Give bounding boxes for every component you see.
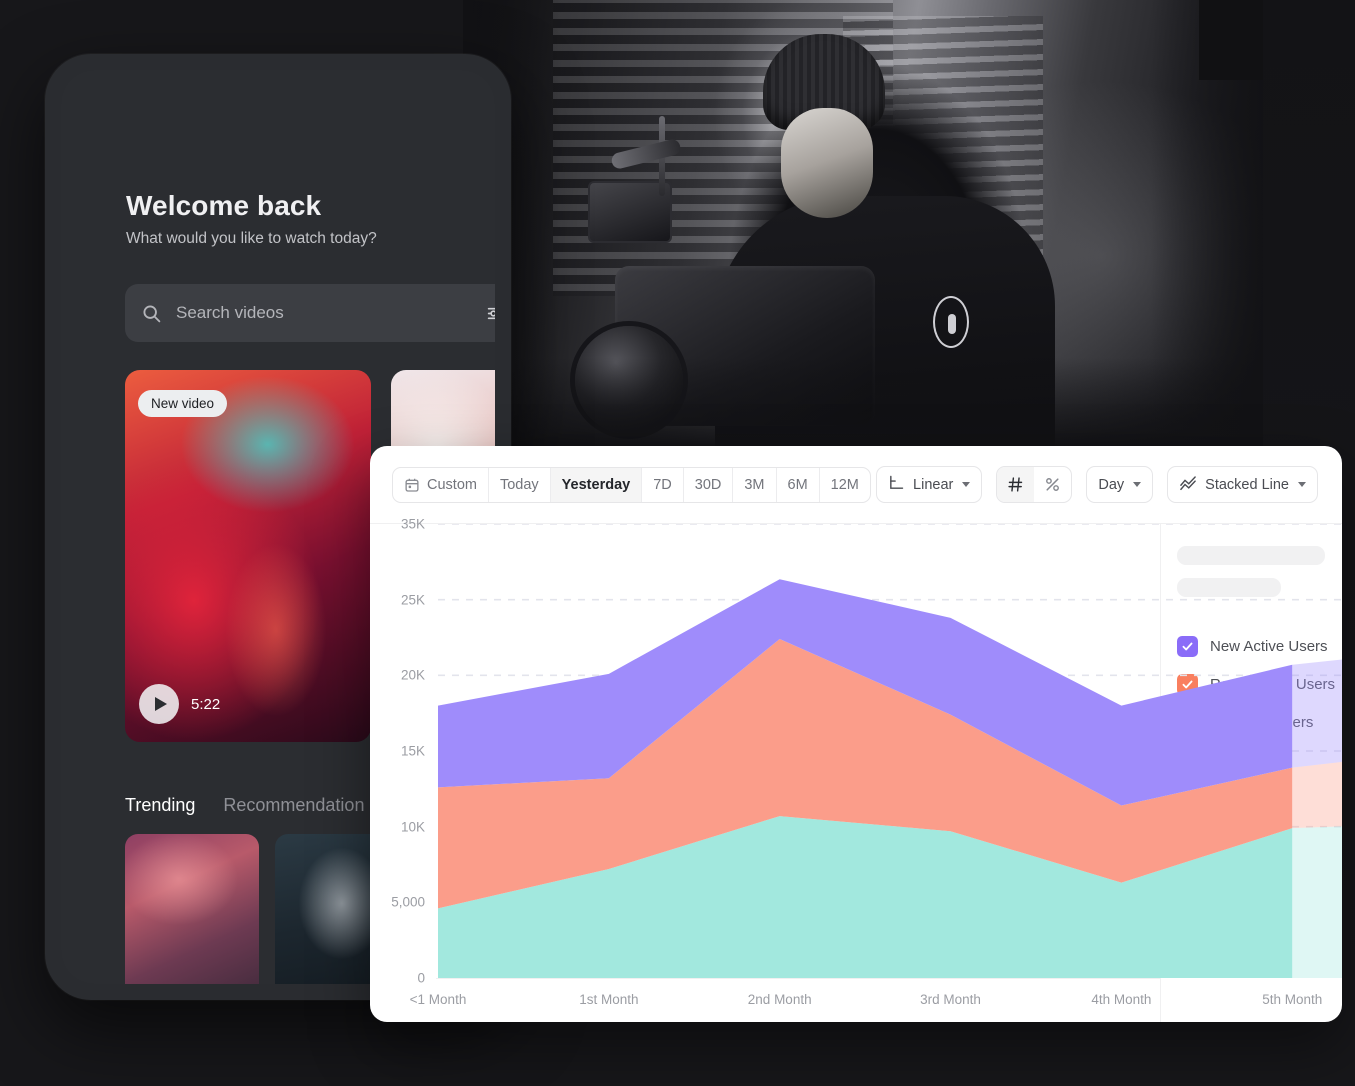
range-custom-label: Custom (427, 476, 477, 493)
tab-trending[interactable]: Trending (125, 795, 195, 816)
search-icon (141, 303, 162, 324)
x-axis-tick-label: 3rd Month (920, 992, 981, 1007)
percent-icon[interactable] (1034, 467, 1071, 502)
page-title: Welcome back (126, 190, 322, 221)
screenshot-root: Welcome back What would you like to watc… (0, 0, 1355, 1086)
granularity-dropdown[interactable]: Day (1086, 466, 1154, 503)
chevron-down-icon (1133, 482, 1142, 487)
x-axis-tick-label: 2nd Month (747, 992, 812, 1007)
value-mode-toggle (996, 466, 1073, 503)
new-video-badge: New video (138, 390, 228, 417)
toolbar-right-controls: Linear Day Stacked Line (876, 466, 1318, 503)
x-axis-tick-label: 4th Month (1091, 992, 1152, 1007)
analytics-body: 0 5,000 10K 15K 20K 25K 35K <1 Month 1st Month 2… (370, 517, 1342, 1022)
hero-photo (463, 0, 1263, 448)
video-card-footer: 5:22 (139, 684, 220, 724)
chevron-down-icon (962, 482, 971, 487)
range-7d[interactable]: 7D (642, 467, 684, 502)
chart-type-label: Stacked Line (1205, 476, 1289, 493)
page-subtitle: What would you like to watch today? (126, 230, 377, 247)
area-series-1-forecast (1292, 826, 1342, 978)
x-axis: <1 Month 1st Month 2nd Month 3rd Month 4th M… (410, 978, 1322, 1022)
range-custom[interactable]: Custom (393, 467, 489, 502)
line-chart-icon (1179, 474, 1197, 496)
granularity-label: Day (1098, 476, 1125, 493)
range-6m[interactable]: 6M (777, 467, 820, 502)
x-axis-tick-label: <1 Month (409, 992, 467, 1007)
range-3m[interactable]: 3M (733, 467, 777, 502)
background-bottom-band (0, 1018, 1355, 1086)
chevron-down-icon (1298, 482, 1306, 487)
list-item[interactable]: 6:17 (125, 834, 259, 984)
y-axis-tick-label: 25K (400, 592, 425, 608)
scale-dropdown[interactable]: Linear (876, 466, 983, 503)
y-axis-tick-label: 15K (400, 743, 425, 759)
axis-icon (888, 474, 905, 495)
range-today[interactable]: Today (489, 467, 551, 502)
x-axis-tick-label: 5th Month (1262, 992, 1323, 1007)
chart-plot-area[interactable]: 0 5,000 10K 15K 20K 25K 35K <1 Month 1st Month 2… (370, 517, 1342, 1022)
range-30d[interactable]: 30D (684, 467, 734, 502)
video-card[interactable]: New video 5:22 (125, 370, 371, 742)
analytics-card: Custom Today Yesterday 7D 30D 3M 6M 12M (370, 446, 1342, 1022)
scale-label: Linear (913, 476, 954, 493)
filter-sliders-icon[interactable] (486, 303, 495, 324)
hash-icon[interactable] (997, 467, 1035, 502)
tab-recommendation[interactable]: Recommendation (223, 795, 364, 816)
y-axis-tick-label: 0 (417, 970, 425, 986)
area-series-3-forecast (1292, 659, 1342, 768)
video-duration: 5:22 (191, 695, 221, 713)
y-axis-tick-label: 5,000 (391, 894, 425, 910)
search-input[interactable]: Search videos (125, 284, 495, 342)
photo-edge-strip (1199, 0, 1263, 80)
range-yesterday[interactable]: Yesterday (550, 467, 643, 502)
photo-vignette (463, 0, 1263, 448)
y-axis-tick-label: 10K (400, 819, 425, 835)
stacked-area-chart (438, 524, 1342, 978)
x-axis-tick-label: 1st Month (579, 992, 639, 1007)
y-axis-tick-label: 35K (400, 516, 425, 532)
chart-type-dropdown[interactable]: Stacked Line (1167, 466, 1318, 503)
date-range-segmented-control: Custom Today Yesterday 7D 30D 3M 6M 12M (392, 466, 871, 503)
analytics-toolbar: Custom Today Yesterday 7D 30D 3M 6M 12M (370, 446, 1342, 524)
y-axis-tick-label: 20K (400, 667, 425, 683)
search-placeholder: Search videos (176, 303, 284, 322)
calendar-icon (404, 477, 420, 493)
play-icon[interactable] (139, 684, 179, 724)
range-12m[interactable]: 12M (820, 468, 870, 502)
